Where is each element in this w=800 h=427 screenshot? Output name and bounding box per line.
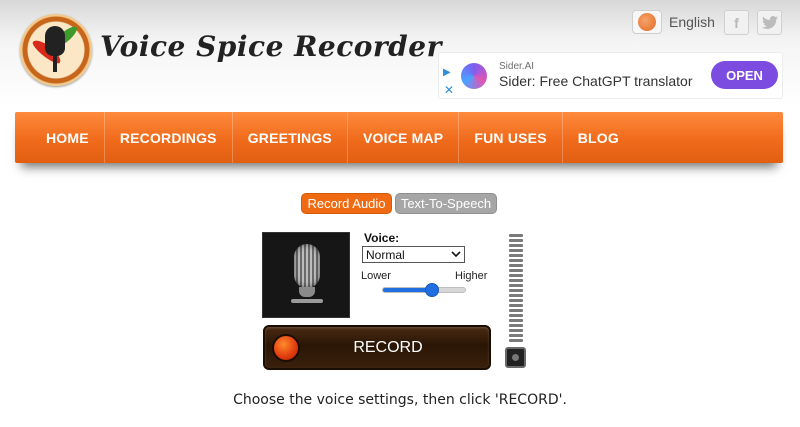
pitch-higher-label: Higher [455, 270, 488, 282]
ad-choices-icon[interactable]: ▶ [443, 67, 451, 78]
pitch-slider-thumb[interactable] [425, 283, 440, 297]
voice-select-value: Normal [366, 247, 405, 262]
mic-base [291, 299, 323, 303]
meter-segment [509, 249, 523, 252]
microphone-icon [262, 232, 350, 318]
voice-label: Voice: [364, 231, 400, 245]
meter-segment [509, 309, 523, 312]
meter-segment [509, 239, 523, 242]
record-label: RECORD [353, 338, 423, 356]
mic-grille [294, 244, 320, 288]
meter-segment [509, 329, 523, 332]
meter-settings-icon[interactable] [505, 347, 526, 368]
ad-brand: Sider.AI [499, 61, 535, 72]
globe-icon [632, 10, 662, 34]
facebook-glyph: f [734, 14, 739, 31]
ad-open-button[interactable]: OPEN [711, 61, 778, 89]
twitter-bird-icon [761, 16, 778, 29]
meter-segment [509, 264, 523, 267]
meter-segment [509, 289, 523, 292]
meter-segment [509, 234, 523, 237]
site-title: Voice Spice Recorder [100, 30, 442, 63]
record-button[interactable]: RECORD [263, 325, 491, 370]
meter-segment [509, 274, 523, 277]
tab-record-audio[interactable]: Record Audio [301, 193, 392, 214]
nav-blog[interactable]: BLOG [563, 112, 634, 163]
meter-segment [509, 299, 523, 302]
meter-segment [509, 269, 523, 272]
meter-segment [509, 254, 523, 257]
tab-text-to-speech[interactable]: Text-To-Speech [395, 193, 497, 214]
meter-segment [509, 319, 523, 322]
ad-banner[interactable]: ▶ ✕ Sider.AI Sider: Free ChatGPT transla… [438, 52, 783, 99]
meter-segment [509, 244, 523, 247]
meter-segment [509, 284, 523, 287]
nav-home[interactable]: HOME [31, 112, 105, 163]
instructions-text: Choose the voice settings, then click 'R… [233, 392, 567, 408]
nav-recordings[interactable]: RECORDINGS [105, 112, 233, 163]
nav-greetings[interactable]: GREETINGS [233, 112, 348, 163]
twitter-icon[interactable] [757, 10, 782, 35]
meter-segment [509, 339, 523, 342]
meter-segment [509, 324, 523, 327]
logo-mic-stand [53, 56, 57, 72]
mic-body [299, 287, 315, 297]
main-nav: HOME RECORDINGS GREETINGS VOICE MAP FUN … [15, 112, 783, 163]
chevron-down-icon [451, 251, 461, 258]
language-selector[interactable]: English [632, 10, 715, 34]
nav-voice-map[interactable]: VOICE MAP [348, 112, 460, 163]
ad-title[interactable]: Sider: Free ChatGPT translator [499, 73, 692, 89]
meter-segment [509, 294, 523, 297]
level-meter-icon [509, 234, 523, 344]
logo-microphone-icon [45, 26, 65, 56]
pitch-slider[interactable] [382, 287, 466, 293]
facebook-icon[interactable]: f [724, 10, 749, 35]
pitch-lower-label: Lower [361, 270, 391, 282]
meter-segment [509, 314, 523, 317]
nav-fun-uses[interactable]: FUN USES [459, 112, 563, 163]
meter-segment [509, 304, 523, 307]
meter-segment [509, 259, 523, 262]
voice-select[interactable]: Normal [362, 246, 465, 263]
language-label: English [669, 14, 715, 30]
meter-segment [509, 279, 523, 282]
ad-close-icon[interactable]: ✕ [444, 83, 454, 97]
sider-logo-icon [461, 63, 487, 89]
meter-segment [509, 334, 523, 337]
